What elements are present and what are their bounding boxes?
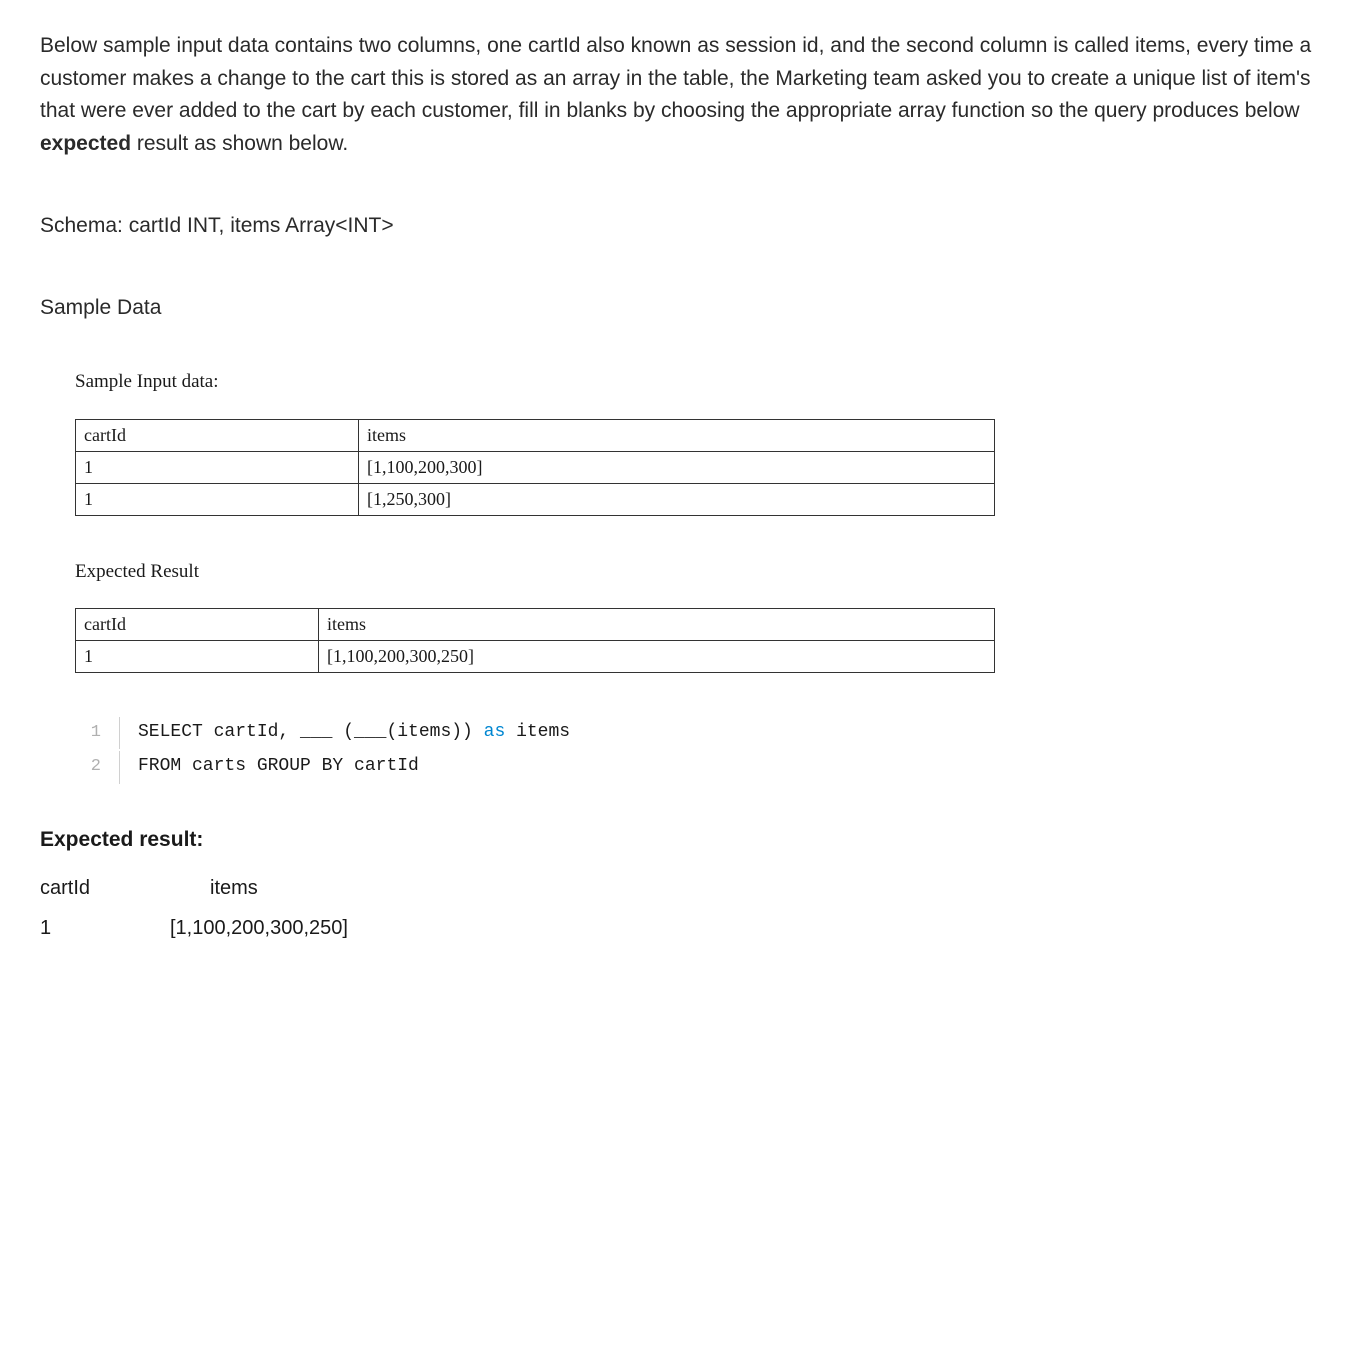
table-cell: 1 (76, 641, 319, 673)
result-cell-items: [1,100,200,300,250] (170, 913, 348, 943)
table-row: cartId items (76, 419, 995, 451)
result-header-items: items (210, 873, 258, 903)
sample-data-heading: Sample Data (40, 292, 1316, 324)
line-number: 2 (90, 751, 120, 783)
result-header-cartid: cartId (40, 873, 210, 903)
schema-text: Schema: cartId INT, items Array<INT> (40, 210, 1316, 242)
sample-input-block: Sample Input data: cartId items 1 [1,100… (75, 368, 1316, 673)
expected-result-table: cartId items 1 [1,100,200,300,250] (75, 608, 995, 673)
intro-bold: expected (40, 132, 131, 155)
result-header-row: cartId items (40, 873, 1316, 903)
table-header-cartid: cartId (76, 609, 319, 641)
table-cell: [1,250,300] (359, 483, 995, 515)
question-intro: Below sample input data contains two col… (40, 30, 1316, 160)
code-line-2: 2 FROM carts GROUP BY cartId (90, 749, 1316, 783)
table-row: 1 [1,250,300] (76, 483, 995, 515)
table-header-items: items (359, 419, 995, 451)
table-cell: [1,100,200,300,250] (319, 641, 995, 673)
result-cell-cartid: 1 (40, 913, 170, 943)
sample-input-table: cartId items 1 [1,100,200,300] 1 [1,250,… (75, 419, 995, 516)
code-keyword-as: as (484, 722, 506, 742)
intro-before: Below sample input data contains two col… (40, 34, 1311, 122)
code-fragment: SELECT cartId, ___ (___(items)) (138, 722, 484, 742)
table-row: 1 [1,100,200,300] (76, 451, 995, 483)
intro-after: result as shown below. (131, 132, 348, 155)
table-row: 1 [1,100,200,300,250] (76, 641, 995, 673)
code-fragment: items (505, 722, 570, 742)
table-header-cartid: cartId (76, 419, 359, 451)
table-row: cartId items (76, 609, 995, 641)
sql-code-block: 1 SELECT cartId, ___ (___(items)) as ite… (90, 715, 1316, 784)
table-header-items: items (319, 609, 995, 641)
bottom-expected-heading: Expected result: (40, 824, 1316, 856)
table-cell: 1 (76, 451, 359, 483)
table-cell: 1 (76, 483, 359, 515)
code-text: FROM carts GROUP BY cartId (138, 749, 419, 783)
code-line-1: 1 SELECT cartId, ___ (___(items)) as ite… (90, 715, 1316, 749)
table-cell: [1,100,200,300] (359, 451, 995, 483)
line-number: 1 (90, 717, 120, 749)
result-data-row: 1 [1,100,200,300,250] (40, 913, 1316, 943)
sample-input-label: Sample Input data: (75, 368, 1316, 397)
expected-result-label: Expected Result (75, 558, 1316, 587)
code-text: SELECT cartId, ___ (___(items)) as items (138, 715, 570, 749)
